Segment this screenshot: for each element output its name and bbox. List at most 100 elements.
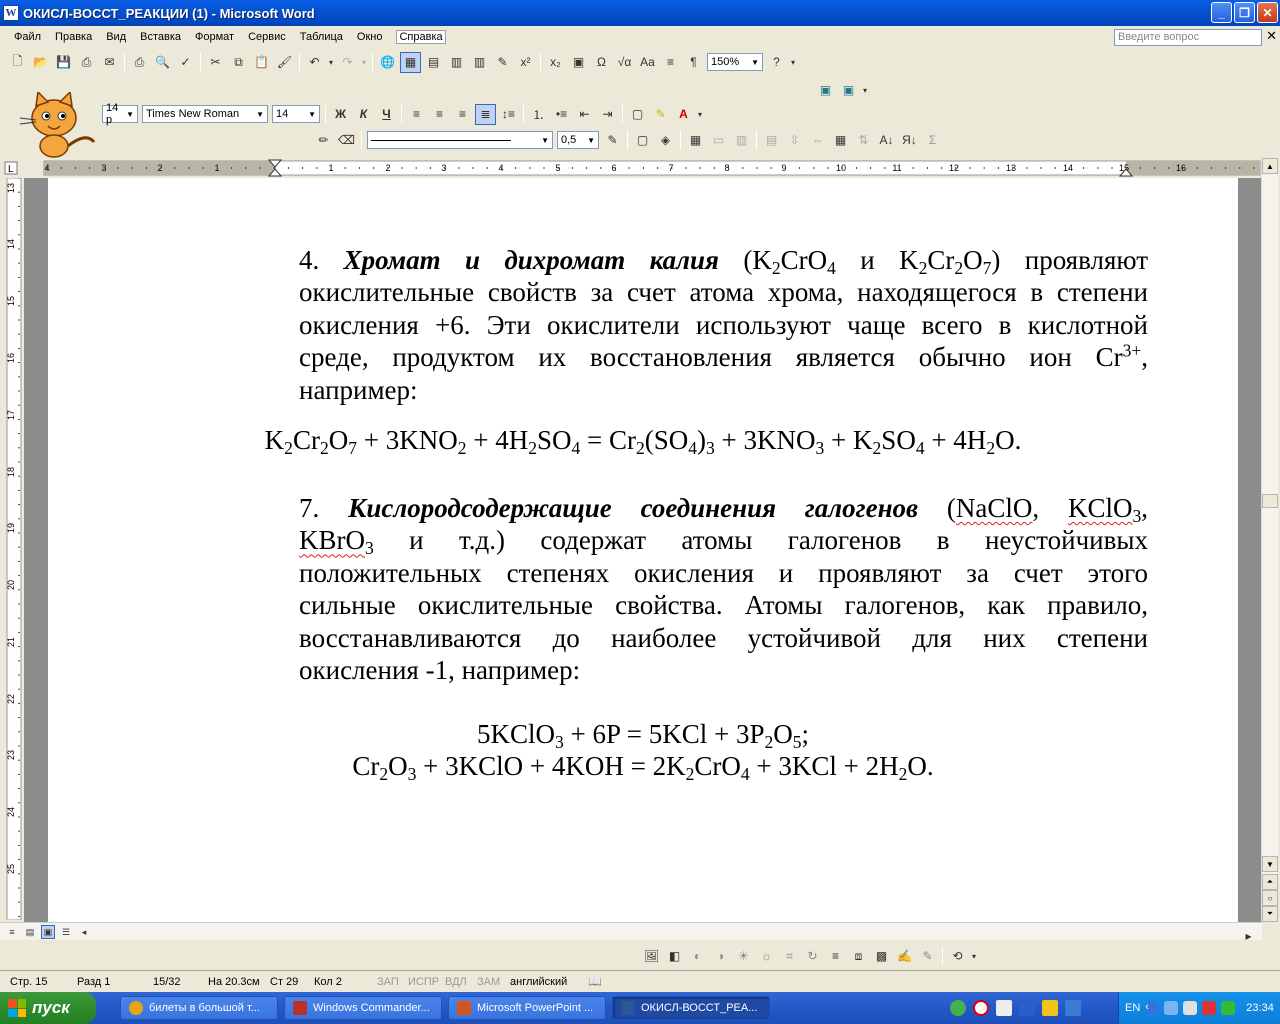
web-view-icon[interactable]: ▤	[23, 925, 37, 939]
task-windows-commander[interactable]: Windows Commander...	[284, 996, 442, 1020]
draw-table-icon[interactable]: ✏	[313, 130, 334, 151]
increase-indent-icon[interactable]: ⇥	[597, 104, 618, 125]
save-icon[interactable]: 💾	[53, 52, 74, 73]
start-button[interactable]: пуск	[0, 992, 96, 1024]
menu-view[interactable]: Вид	[106, 31, 126, 43]
close-button[interactable]: ✕	[1257, 2, 1278, 23]
hyperlink-icon[interactable]: 🌐	[377, 52, 398, 73]
format-picture-icon[interactable]: ✍	[894, 946, 915, 967]
outline-view-icon[interactable]: ☰	[59, 925, 73, 939]
underline-button[interactable]: Ч	[376, 104, 397, 125]
vertical-ruler[interactable]: 13 14 15 16 17 18 19 20 21 22 23 24 25	[4, 177, 24, 921]
font-select[interactable]: Times New Roman ▼	[142, 105, 268, 123]
extra-toolbar-options-icon[interactable]: ▾	[861, 80, 869, 101]
align-cell-icon[interactable]: ▤	[761, 130, 782, 151]
menu-format[interactable]: Формат	[195, 31, 234, 43]
help-icon[interactable]: ?	[766, 52, 787, 73]
office-assistant-cat-icon[interactable]	[14, 92, 106, 158]
reset-picture-icon[interactable]: ⟲	[947, 946, 968, 967]
autosum-icon[interactable]: Σ	[922, 130, 943, 151]
superscript-icon[interactable]: x²	[515, 52, 536, 73]
distribute-cols-icon[interactable]: ⇔	[807, 130, 828, 151]
sort-desc-icon[interactable]: Я↓	[899, 130, 920, 151]
symbol-icon[interactable]: Ω	[591, 52, 612, 73]
scroll-right-icon[interactable]: ▸	[1238, 925, 1259, 946]
help-search-input[interactable]: Введите вопрос	[1114, 29, 1262, 46]
read-icon[interactable]: ≡	[660, 52, 681, 73]
document-map-icon[interactable]: ▣	[568, 52, 589, 73]
split-cells-icon[interactable]: ▥	[731, 130, 752, 151]
quick-launch-icon-4[interactable]	[1019, 1000, 1035, 1016]
open-icon[interactable]: 📂	[30, 52, 51, 73]
spelling-icon[interactable]: ✓	[175, 52, 196, 73]
menu-table[interactable]: Таблица	[300, 31, 343, 43]
tables-borders-icon[interactable]: ▦	[400, 51, 421, 73]
rotate-icon[interactable]: ↻	[802, 946, 823, 967]
line-spacing-icon[interactable]: ↕≡	[498, 104, 519, 125]
prev-page-icon[interactable]: ⏶	[1262, 874, 1278, 890]
minimize-button[interactable]: _	[1211, 2, 1232, 23]
autoformat-icon[interactable]: ▦	[830, 130, 851, 151]
scroll-up-icon[interactable]: ▲	[1262, 158, 1278, 174]
close-document-icon[interactable]: ✕	[1266, 28, 1277, 44]
menu-tools[interactable]: Сервис	[248, 31, 286, 43]
task-browser[interactable]: билеты в большой т...	[120, 996, 278, 1020]
print-icon[interactable]: ⎙	[129, 52, 150, 73]
line-weight-select[interactable]: 0,5 ▼	[557, 131, 599, 149]
eraser-icon[interactable]: ⌫	[336, 130, 357, 151]
more-contrast-icon[interactable]: ◐	[687, 946, 708, 967]
show-formatting-icon[interactable]: ¶	[683, 52, 704, 73]
border-icon[interactable]: ▢	[627, 104, 648, 125]
task-powerpoint[interactable]: Microsoft PowerPoint ...	[448, 996, 606, 1020]
network-icon[interactable]	[1164, 1001, 1179, 1015]
research-icon[interactable]: ▣	[815, 80, 836, 101]
copy-icon[interactable]: ⧉	[228, 52, 249, 73]
merge-cells-icon[interactable]: ▭	[708, 130, 729, 151]
columns-icon[interactable]: ▥	[469, 52, 490, 73]
text-direction-icon[interactable]: ⇅	[853, 130, 874, 151]
outside-border-icon[interactable]: ▢	[632, 130, 653, 151]
mail-icon[interactable]	[996, 1000, 1012, 1016]
distribute-rows-icon[interactable]: ⇳	[784, 130, 805, 151]
wordart-icon[interactable]: Aa	[637, 52, 658, 73]
align-left-icon[interactable]: ≡	[406, 104, 427, 125]
crop-icon[interactable]: ⌗	[779, 946, 800, 967]
formatting-options-icon[interactable]: ▾	[696, 104, 704, 125]
compress-icon[interactable]: ⧈	[848, 946, 869, 967]
menu-window[interactable]: Окно	[357, 31, 383, 43]
normal-view-icon[interactable]: ≡	[5, 925, 19, 939]
font-color-icon[interactable]: A	[673, 104, 694, 125]
quick-launch-icon-1[interactable]	[950, 1000, 966, 1016]
print-preview-icon[interactable]: 🔍	[152, 52, 173, 73]
bold-button[interactable]: Ж	[330, 104, 351, 125]
justify-icon[interactable]: ≣	[475, 103, 496, 125]
document-page[interactable]: 4. Хромат и дихромат калия (K2CrO4 и K2C…	[48, 178, 1238, 922]
language-indicator[interactable]: EN	[1125, 1002, 1140, 1014]
tray-icon-5[interactable]	[1221, 1001, 1236, 1015]
menu-insert[interactable]: Вставка	[140, 31, 181, 43]
style-select[interactable]: 14 p ▼	[102, 102, 138, 126]
scroll-left-icon[interactable]: ◂	[77, 925, 91, 939]
horizontal-ruler[interactable]: 432112345678910111213141516L	[0, 158, 1280, 178]
status-track[interactable]: ИСПР	[408, 976, 439, 988]
tab-stop-icon[interactable]: L	[8, 164, 14, 175]
align-center-icon[interactable]: ≡	[429, 104, 450, 125]
status-rec[interactable]: ЗАП	[377, 976, 399, 988]
more-brightness-icon[interactable]: ☀	[733, 946, 754, 967]
less-contrast-icon[interactable]: ◑	[710, 946, 731, 967]
quick-launch-icon-6[interactable]	[1065, 1000, 1081, 1016]
insert-picture-icon[interactable]: 🖼	[641, 946, 662, 967]
sort-asc-icon[interactable]: А↓	[876, 130, 897, 151]
vertical-scrollbar[interactable]: ▲ ▼ ⏶ ○ ⏷	[1261, 158, 1278, 922]
undo-dropdown-icon[interactable]: ▾	[327, 52, 335, 73]
yandex-icon[interactable]	[973, 1000, 989, 1016]
picture-options-icon[interactable]: ▾	[970, 946, 978, 967]
insert-excel-icon[interactable]: ▥	[446, 52, 467, 73]
zoom-select[interactable]: 150% ▼	[707, 53, 763, 71]
scroll-thumb[interactable]	[1262, 494, 1278, 508]
less-brightness-icon[interactable]: ☼	[756, 946, 777, 967]
font-size-select[interactable]: 14 ▼	[272, 105, 320, 123]
bullets-icon[interactable]: •≡	[551, 104, 572, 125]
volume-icon[interactable]	[1183, 1001, 1198, 1015]
antivirus-icon[interactable]	[1202, 1001, 1217, 1015]
